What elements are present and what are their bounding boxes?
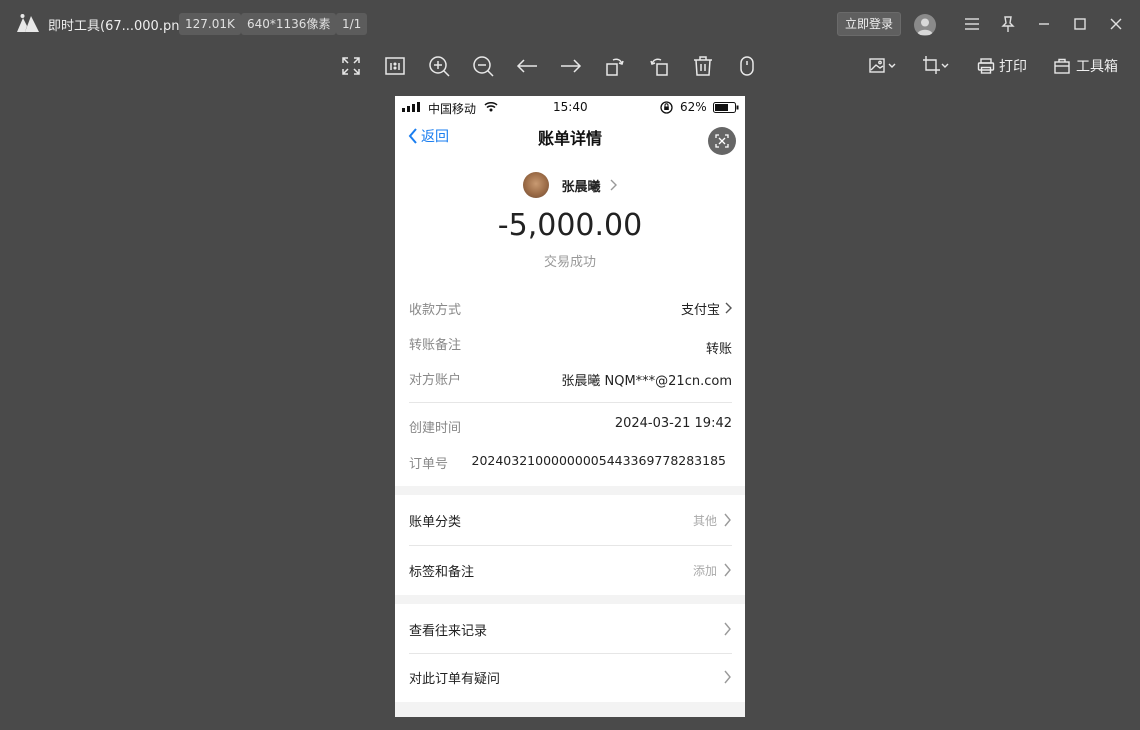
next-arrow-icon[interactable] <box>559 54 583 78</box>
detail-key: 对方账户 <box>409 373 462 388</box>
menu-hint: 添加 <box>692 564 717 578</box>
detail-key: 转账备注 <box>409 338 462 353</box>
crop-dropdown[interactable] <box>921 54 951 78</box>
transaction-status: 交易成功 <box>543 255 596 270</box>
menu-icon[interactable] <box>961 13 983 35</box>
print-button[interactable]: 打印 <box>977 54 1027 78</box>
file-size-badge: 127.01K <box>179 13 241 35</box>
menu-row-bill-category[interactable]: 账单分类 其他 <box>395 495 745 545</box>
phone-status-bar: 中国移动 15:40 62% <box>395 96 745 118</box>
crop-icon <box>923 56 949 74</box>
toolbox-label: 工具箱 <box>1076 59 1118 75</box>
menu-hint: 其他 <box>692 514 717 528</box>
previous-arrow-icon[interactable] <box>515 54 539 78</box>
app-logo-icon <box>16 13 40 33</box>
image-adjust-icon <box>869 58 896 73</box>
minimize-icon[interactable] <box>1033 13 1055 35</box>
detail-value: 2024-03-21 19:42 <box>614 416 732 431</box>
chevron-right-icon <box>724 513 731 527</box>
login-button[interactable]: 立即登录 <box>837 12 901 36</box>
image-adjust-dropdown[interactable] <box>868 54 898 78</box>
zoom-in-icon[interactable] <box>427 54 451 78</box>
zoom-out-icon[interactable] <box>471 54 495 78</box>
menu-row-tags-notes[interactable]: 标签和备注 添加 <box>395 545 745 595</box>
payee-name: 张晨曦 <box>561 179 601 195</box>
clock-label: 15:40 <box>553 100 588 114</box>
section-gap <box>395 595 745 604</box>
ocr-overlay-icon[interactable] <box>708 127 736 155</box>
detail-key: 收款方式 <box>409 303 462 318</box>
transaction-amount: -5,000.00 <box>497 208 643 243</box>
pin-icon[interactable] <box>997 13 1019 35</box>
battery-percent: 62% <box>680 100 707 114</box>
menu-label: 标签和备注 <box>409 565 475 580</box>
print-icon <box>977 58 995 74</box>
detail-key: 订单号 <box>409 457 449 472</box>
chevron-right-icon <box>725 302 732 314</box>
wifi-icon <box>484 102 498 112</box>
window-title: 即时工具(67...000.png <box>48 19 188 34</box>
chevron-right-icon <box>610 179 617 191</box>
orientation-lock-icon <box>660 101 673 114</box>
divider <box>409 402 732 403</box>
detail-key: 创建时间 <box>409 421 462 436</box>
chevron-right-icon <box>724 563 731 577</box>
menu-label: 查看往来记录 <box>409 624 488 639</box>
chevron-right-icon <box>724 622 731 636</box>
image-dimensions-badge: 640*1136像素 <box>241 13 337 35</box>
chevron-right-icon <box>724 670 731 684</box>
detail-value: 20240321000000005443369778283185 <box>471 453 727 468</box>
section-gap <box>395 702 745 717</box>
title-bar: 即时工具(67...000.png 127.01K 640*1136像素 1/1… <box>0 0 1140 46</box>
maximize-icon[interactable] <box>1069 13 1091 35</box>
displayed-image: 中国移动 15:40 62% 返回 账单详情 张晨曦 -5,000.00 交易成… <box>395 96 745 717</box>
carrier-label: 中国移动 <box>428 102 477 116</box>
page-index-badge: 1/1 <box>336 13 368 35</box>
menu-label: 账单分类 <box>409 515 462 530</box>
section-gap <box>395 486 745 495</box>
user-avatar-icon[interactable] <box>914 14 936 36</box>
detail-value: 张晨曦 NQM***@21cn.com <box>561 374 732 389</box>
close-icon[interactable] <box>1105 13 1127 35</box>
mouse-icon[interactable] <box>735 54 759 78</box>
phone-nav-bar: 返回 账单详情 <box>395 118 745 155</box>
signal-icon <box>402 102 420 112</box>
rotate-left-icon[interactable] <box>647 54 671 78</box>
menu-row-history[interactable]: 查看往来记录 <box>395 604 745 654</box>
menu-label: 对此订单有疑问 <box>409 672 501 687</box>
detail-value: 支付宝 <box>680 303 720 318</box>
fit-screen-icon[interactable] <box>339 54 363 78</box>
toolbox-icon <box>1054 58 1070 74</box>
rotate-right-icon[interactable] <box>603 54 627 78</box>
payee-row[interactable]: 张晨曦 <box>395 172 745 198</box>
payee-avatar <box>523 172 550 198</box>
battery-icon <box>713 102 739 113</box>
detail-value: 转账 <box>705 342 732 357</box>
toolbox-button[interactable]: 工具箱 <box>1053 54 1118 78</box>
delete-icon[interactable] <box>691 54 715 78</box>
menu-row-order-question[interactable]: 对此订单有疑问 <box>395 652 745 702</box>
print-label: 打印 <box>999 59 1027 75</box>
page-title: 账单详情 <box>537 129 602 148</box>
actual-size-icon[interactable] <box>383 54 407 78</box>
